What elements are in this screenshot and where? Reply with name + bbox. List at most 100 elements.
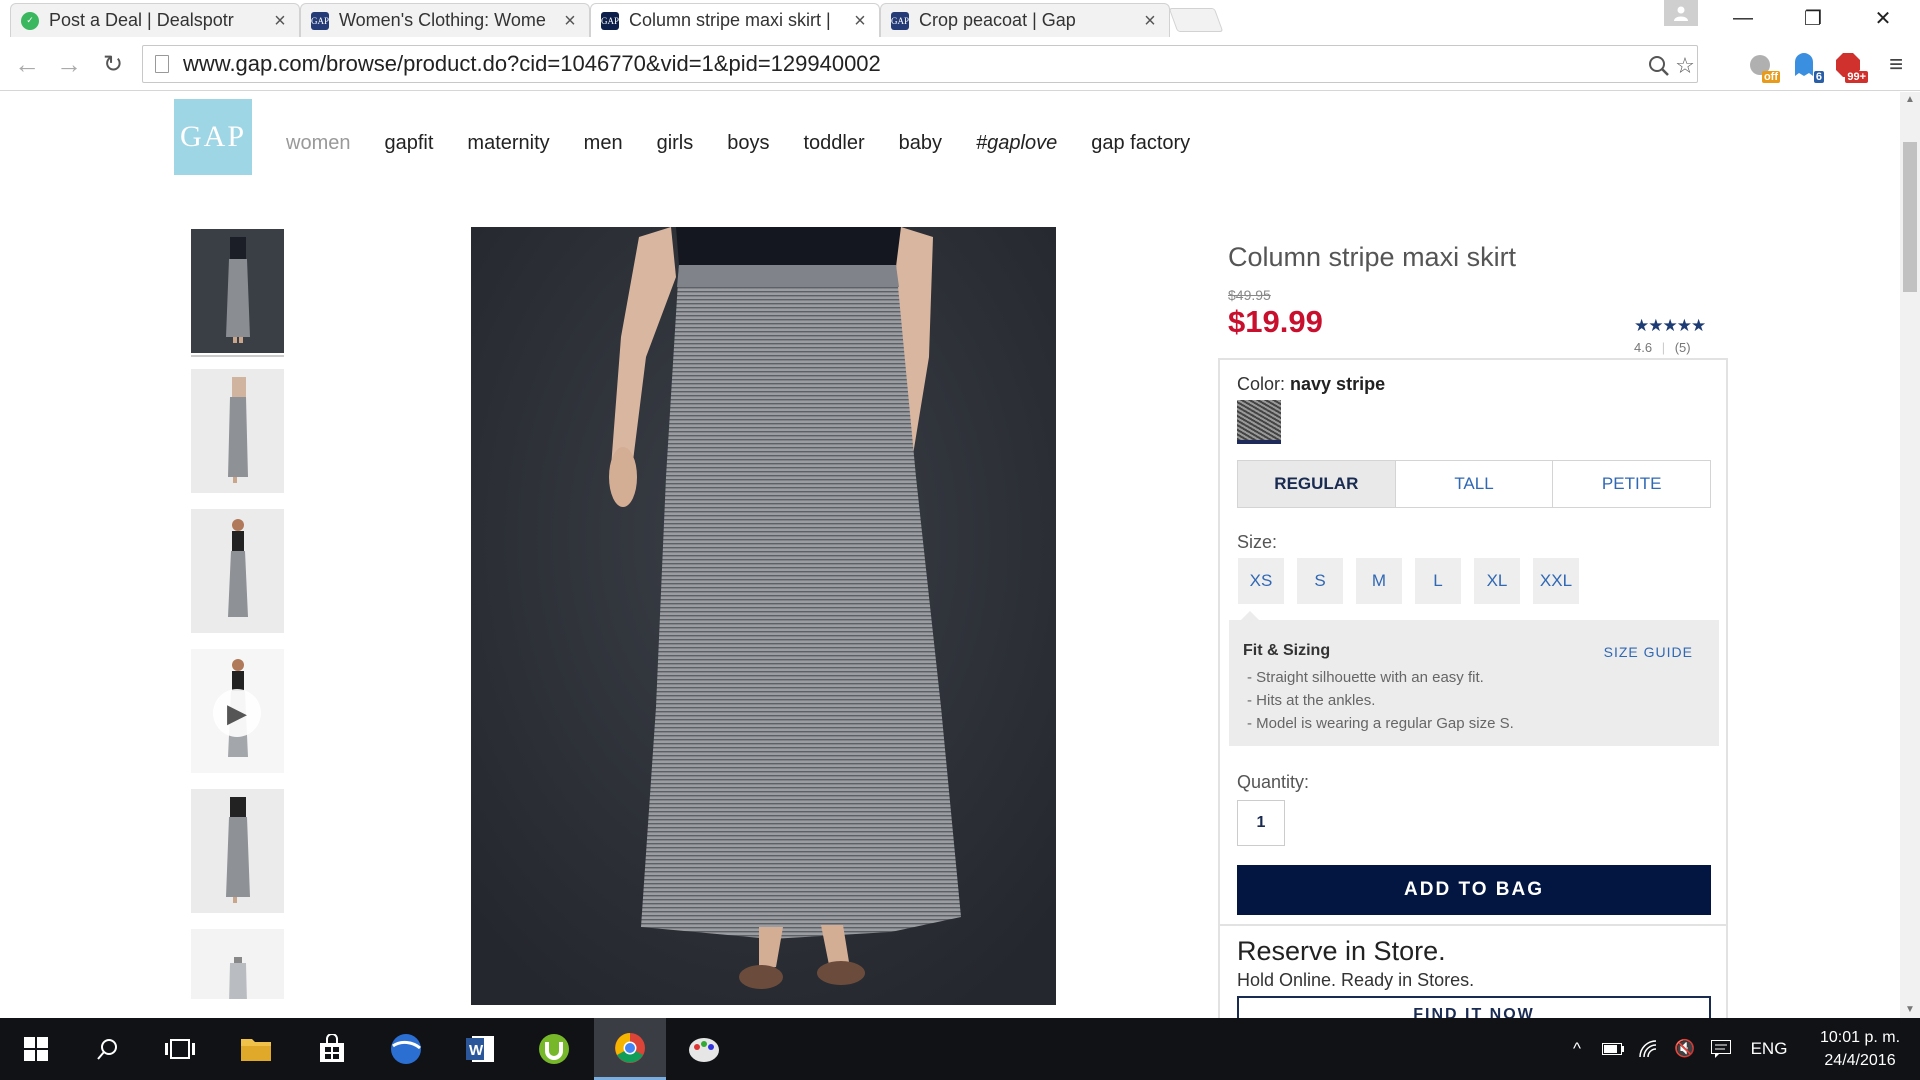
size-xxl-button[interactable]: XXL xyxy=(1533,558,1579,604)
extension-badge: 6 xyxy=(1813,71,1824,83)
nav-gapfit[interactable]: gapfit xyxy=(384,132,433,155)
callout-notch xyxy=(1241,611,1259,620)
close-icon[interactable]: × xyxy=(561,11,579,31)
chrome-taskbar-icon[interactable] xyxy=(594,1018,666,1080)
clock-time: 10:01 p. m. xyxy=(1819,1029,1901,1046)
product-thumbnail[interactable] xyxy=(191,789,284,913)
paint-icon[interactable] xyxy=(668,1026,740,1072)
size-m-button[interactable]: M xyxy=(1356,558,1402,604)
scrollbar-thumb[interactable] xyxy=(1903,142,1917,292)
scroll-up-icon[interactable]: ▲ xyxy=(1900,92,1920,108)
restore-icon[interactable]: ❐ xyxy=(1790,2,1836,34)
windows-start-icon[interactable] xyxy=(0,1026,72,1072)
fit-tall-button[interactable]: TALL xyxy=(1395,461,1554,507)
browser-titlebar: ✓ Post a Deal | Dealspotr × GAP Women's … xyxy=(0,0,1920,37)
new-tab-button[interactable] xyxy=(1168,8,1224,32)
browser-toolbar: ← → ↻ ☆ off 6 99+ ≡ xyxy=(0,37,1920,91)
utorrent-icon[interactable] xyxy=(518,1026,590,1072)
nav-gap-factory[interactable]: gap factory xyxy=(1091,132,1190,155)
size-xs-button[interactable]: XS xyxy=(1238,558,1284,604)
scroll-down-icon[interactable]: ▼ xyxy=(1900,1002,1920,1018)
rating-summary[interactable]: 4.6 | (5) xyxy=(1634,340,1691,355)
tab-column-stripe-maxi-skirt[interactable]: GAP Column stripe maxi skirt | × xyxy=(590,3,880,37)
wifi-icon[interactable] xyxy=(1634,1018,1664,1080)
size-guide-link[interactable]: SIZE GUIDE xyxy=(1604,644,1693,660)
honey-extension-icon[interactable]: off xyxy=(1744,49,1780,83)
close-icon[interactable]: × xyxy=(1141,11,1159,31)
search-icon[interactable] xyxy=(72,1026,144,1072)
tab-title: Column stripe maxi skirt | xyxy=(629,10,831,30)
tab-womens-clothing[interactable]: GAP Women's Clothing: Wome × xyxy=(300,3,590,37)
color-swatch-navy-stripe[interactable] xyxy=(1237,400,1281,444)
system-clock[interactable]: 10:01 p. m. 24/4/2016 xyxy=(1810,1026,1910,1072)
microsoft-word-icon[interactable]: W xyxy=(444,1026,516,1072)
size-selector: XS S M L XL XXL xyxy=(1238,558,1592,604)
reload-icon[interactable]: ↻ xyxy=(96,47,130,81)
adblock-extension-icon[interactable]: 99+ xyxy=(1832,49,1868,83)
tab-dealspotr[interactable]: ✓ Post a Deal | Dealspotr × xyxy=(10,3,300,37)
fit-note: - Hits at the ankles. xyxy=(1247,692,1376,709)
color-label: Color: navy stripe xyxy=(1237,374,1385,395)
nav-baby[interactable]: baby xyxy=(899,132,942,155)
nav-toddler[interactable]: toddler xyxy=(804,132,865,155)
chrome-menu-icon[interactable]: ≡ xyxy=(1880,49,1912,81)
input-language[interactable]: ENG xyxy=(1744,1018,1794,1080)
page-icon xyxy=(155,55,169,73)
nav-gaplove[interactable]: #gaplove xyxy=(976,132,1057,155)
show-hidden-icons-icon[interactable]: ^ xyxy=(1562,1018,1592,1080)
rating-stars-icon[interactable]: ★★★★★ xyxy=(1634,316,1706,336)
size-l-button[interactable]: L xyxy=(1415,558,1461,604)
dealspotr-favicon-icon: ✓ xyxy=(21,11,39,30)
extension-badge: 99+ xyxy=(1845,71,1868,83)
user-profile-icon[interactable] xyxy=(1664,0,1698,26)
forward-icon[interactable]: → xyxy=(52,47,86,81)
google-earth-icon[interactable] xyxy=(370,1026,442,1072)
size-xl-button[interactable]: XL xyxy=(1474,558,1520,604)
nav-girls[interactable]: girls xyxy=(657,132,694,155)
product-thumbnail[interactable] xyxy=(189,227,286,355)
task-view-icon[interactable] xyxy=(144,1026,216,1072)
reserve-subtitle: Hold Online. Ready in Stores. xyxy=(1237,970,1475,990)
product-thumbnail[interactable] xyxy=(191,509,284,633)
product-thumbnail[interactable] xyxy=(191,929,284,999)
volume-muted-icon[interactable]: 🔇 xyxy=(1670,1018,1700,1080)
main-product-image[interactable] xyxy=(471,227,1056,1005)
gap-logo[interactable]: GAP xyxy=(174,99,252,175)
tab-crop-peacoat[interactable]: GAP Crop peacoat | Gap × xyxy=(880,3,1170,37)
nav-women[interactable]: women xyxy=(286,132,350,155)
url-input[interactable] xyxy=(183,51,1563,77)
fit-petite-button[interactable]: PETITE xyxy=(1553,461,1711,507)
file-explorer-icon[interactable] xyxy=(220,1026,292,1072)
quantity-input[interactable]: 1 xyxy=(1237,800,1285,846)
address-bar[interactable]: ☆ xyxy=(142,45,1698,83)
close-icon[interactable]: × xyxy=(271,11,289,31)
add-to-bag-button[interactable]: ADD TO BAG xyxy=(1237,865,1711,915)
tab-title: Women's Clothing: Wome xyxy=(339,10,546,30)
product-thumbnail[interactable] xyxy=(191,369,284,493)
ghostery-extension-icon[interactable]: 6 xyxy=(1788,49,1824,83)
nav-men[interactable]: men xyxy=(584,132,623,155)
battery-icon[interactable] xyxy=(1598,1018,1628,1080)
windows-taskbar: W ^ 🔇 ENG 10:01 p. m. 24/4/2016 xyxy=(0,1018,1920,1080)
nav-maternity[interactable]: maternity xyxy=(467,132,549,155)
play-icon[interactable]: ▶ xyxy=(213,689,261,737)
search-icon[interactable] xyxy=(1645,52,1673,80)
action-center-icon[interactable] xyxy=(1706,1018,1736,1080)
gap-favicon-icon: GAP xyxy=(891,11,909,30)
minimize-icon[interactable]: — xyxy=(1720,2,1766,34)
size-s-button[interactable]: S xyxy=(1297,558,1343,604)
color-value: navy stripe xyxy=(1290,374,1386,394)
fit-regular-button[interactable]: REGULAR xyxy=(1238,461,1396,507)
close-icon[interactable]: × xyxy=(851,11,869,31)
close-window-icon[interactable]: ✕ xyxy=(1860,2,1906,34)
gap-favicon-icon: GAP xyxy=(311,11,329,30)
product-video-thumbnail[interactable]: ▶ xyxy=(191,649,284,773)
web-page: GAP women gapfit maternity men girls boy… xyxy=(0,92,1900,1018)
find-it-now-button[interactable]: FIND IT NOW xyxy=(1237,996,1711,1018)
store-icon[interactable] xyxy=(296,1026,368,1072)
page-scrollbar[interactable]: ▲ ▼ xyxy=(1900,92,1920,1018)
nav-boys[interactable]: boys xyxy=(727,132,769,155)
bookmark-star-icon[interactable]: ☆ xyxy=(1671,52,1699,80)
extension-badge: off xyxy=(1761,71,1780,83)
back-icon[interactable]: ← xyxy=(10,47,44,81)
